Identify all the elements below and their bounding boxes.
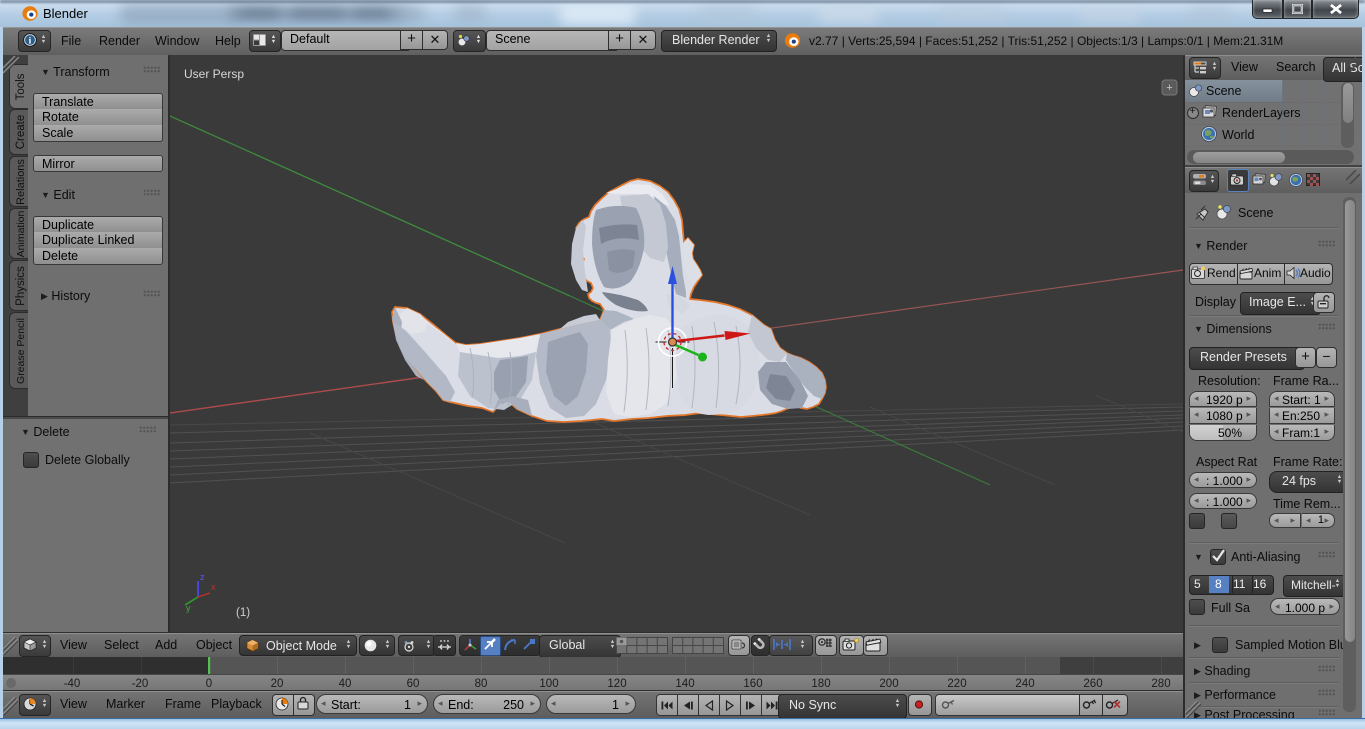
svg-text:-20: -20 xyxy=(132,678,149,690)
svg-text:y: y xyxy=(186,603,191,613)
svg-text:200: 200 xyxy=(879,678,898,690)
svg-text:260: 260 xyxy=(1083,678,1102,690)
svg-text:280: 280 xyxy=(1151,678,1170,690)
svg-text:-40: -40 xyxy=(64,678,81,690)
svg-text:220: 220 xyxy=(947,678,966,690)
svg-text:User Persp: User Persp xyxy=(184,67,244,81)
svg-text:z: z xyxy=(200,572,205,582)
svg-text:0: 0 xyxy=(206,678,212,690)
svg-text:180: 180 xyxy=(811,678,830,690)
svg-text:240: 240 xyxy=(1015,678,1034,690)
svg-text:(1): (1) xyxy=(236,607,250,619)
svg-text:80: 80 xyxy=(475,678,488,690)
svg-text:140: 140 xyxy=(675,678,694,690)
svg-text:100: 100 xyxy=(539,678,558,690)
svg-text:x: x xyxy=(211,582,216,592)
svg-text:20: 20 xyxy=(271,678,284,690)
svg-text:40: 40 xyxy=(339,678,352,690)
svg-text:60: 60 xyxy=(407,678,420,690)
svg-text:160: 160 xyxy=(743,678,762,690)
svg-text:+: + xyxy=(1166,82,1172,94)
svg-text:120: 120 xyxy=(607,678,626,690)
svg-text:i: i xyxy=(29,36,32,46)
